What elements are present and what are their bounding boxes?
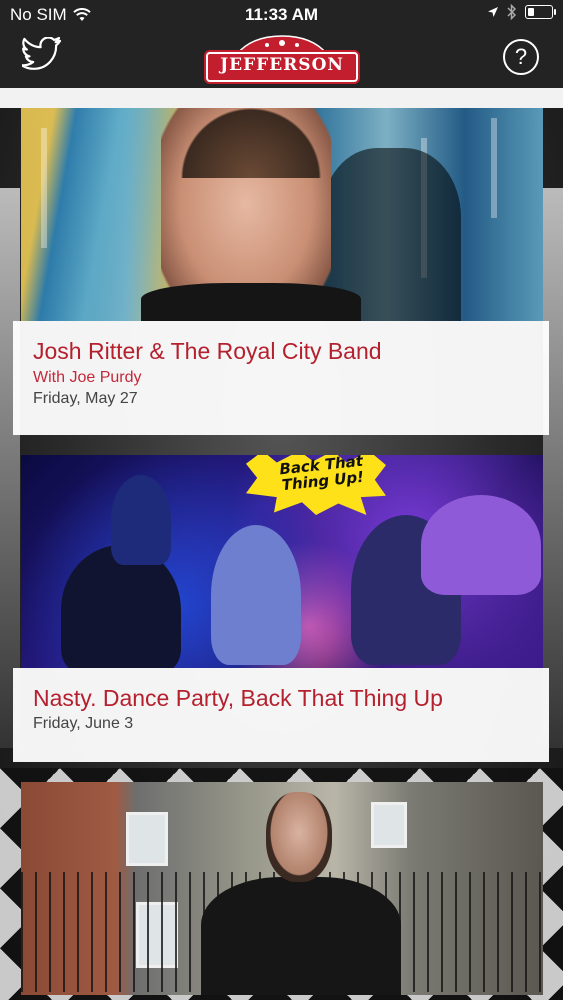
logo-crest-ornament <box>236 35 328 54</box>
event-date: Friday, May 27 <box>33 390 138 407</box>
event-info: Josh Ritter & The Royal City Band With J… <box>13 321 549 435</box>
event-photo[interactable] <box>21 782 543 995</box>
event-photo-josh-ritter <box>21 108 543 321</box>
logo-text: JEFFERSON <box>220 55 344 75</box>
twitter-bird-icon <box>20 36 62 70</box>
event-feed[interactable]: Josh Ritter & The Royal City Band With J… <box>0 88 563 1000</box>
status-bar: No SIM 11:33 AM <box>0 0 563 30</box>
bluetooth-icon <box>507 4 517 20</box>
twitter-button[interactable] <box>20 36 66 77</box>
event-info: Nasty. Dance Party, Back That Thing Up F… <box>13 668 549 762</box>
event-photo-dance-party: Back That Thing Up! <box>21 455 543 668</box>
event-title: Josh Ritter & The Royal City Band <box>33 338 382 364</box>
event-photo[interactable]: Back That Thing Up! <box>21 455 543 668</box>
event-subtitle: With Joe Purdy <box>33 369 142 386</box>
event-date: Friday, June 3 <box>33 715 134 732</box>
help-button[interactable]: ? <box>503 39 539 75</box>
location-arrow-icon <box>488 7 498 17</box>
event-card[interactable]: Josh Ritter & The Royal City Band With J… <box>13 108 549 435</box>
event-photo[interactable] <box>21 108 543 321</box>
jefferson-logo: JEFFERSON <box>206 34 358 84</box>
nav-bar: JEFFERSON ? <box>0 30 563 88</box>
status-right <box>487 4 556 20</box>
event-card[interactable] <box>13 782 549 1000</box>
help-icon: ? <box>514 44 528 69</box>
event-photo-street-portrait <box>21 782 543 995</box>
event-card[interactable]: Back That Thing Up! Nasty. Dance Party, … <box>13 455 549 762</box>
battery-icon <box>525 5 556 19</box>
feed-background-strip <box>0 88 563 108</box>
event-title: Nasty. Dance Party, Back That Thing Up <box>33 685 443 711</box>
status-time: 11:33 AM <box>244 5 319 24</box>
